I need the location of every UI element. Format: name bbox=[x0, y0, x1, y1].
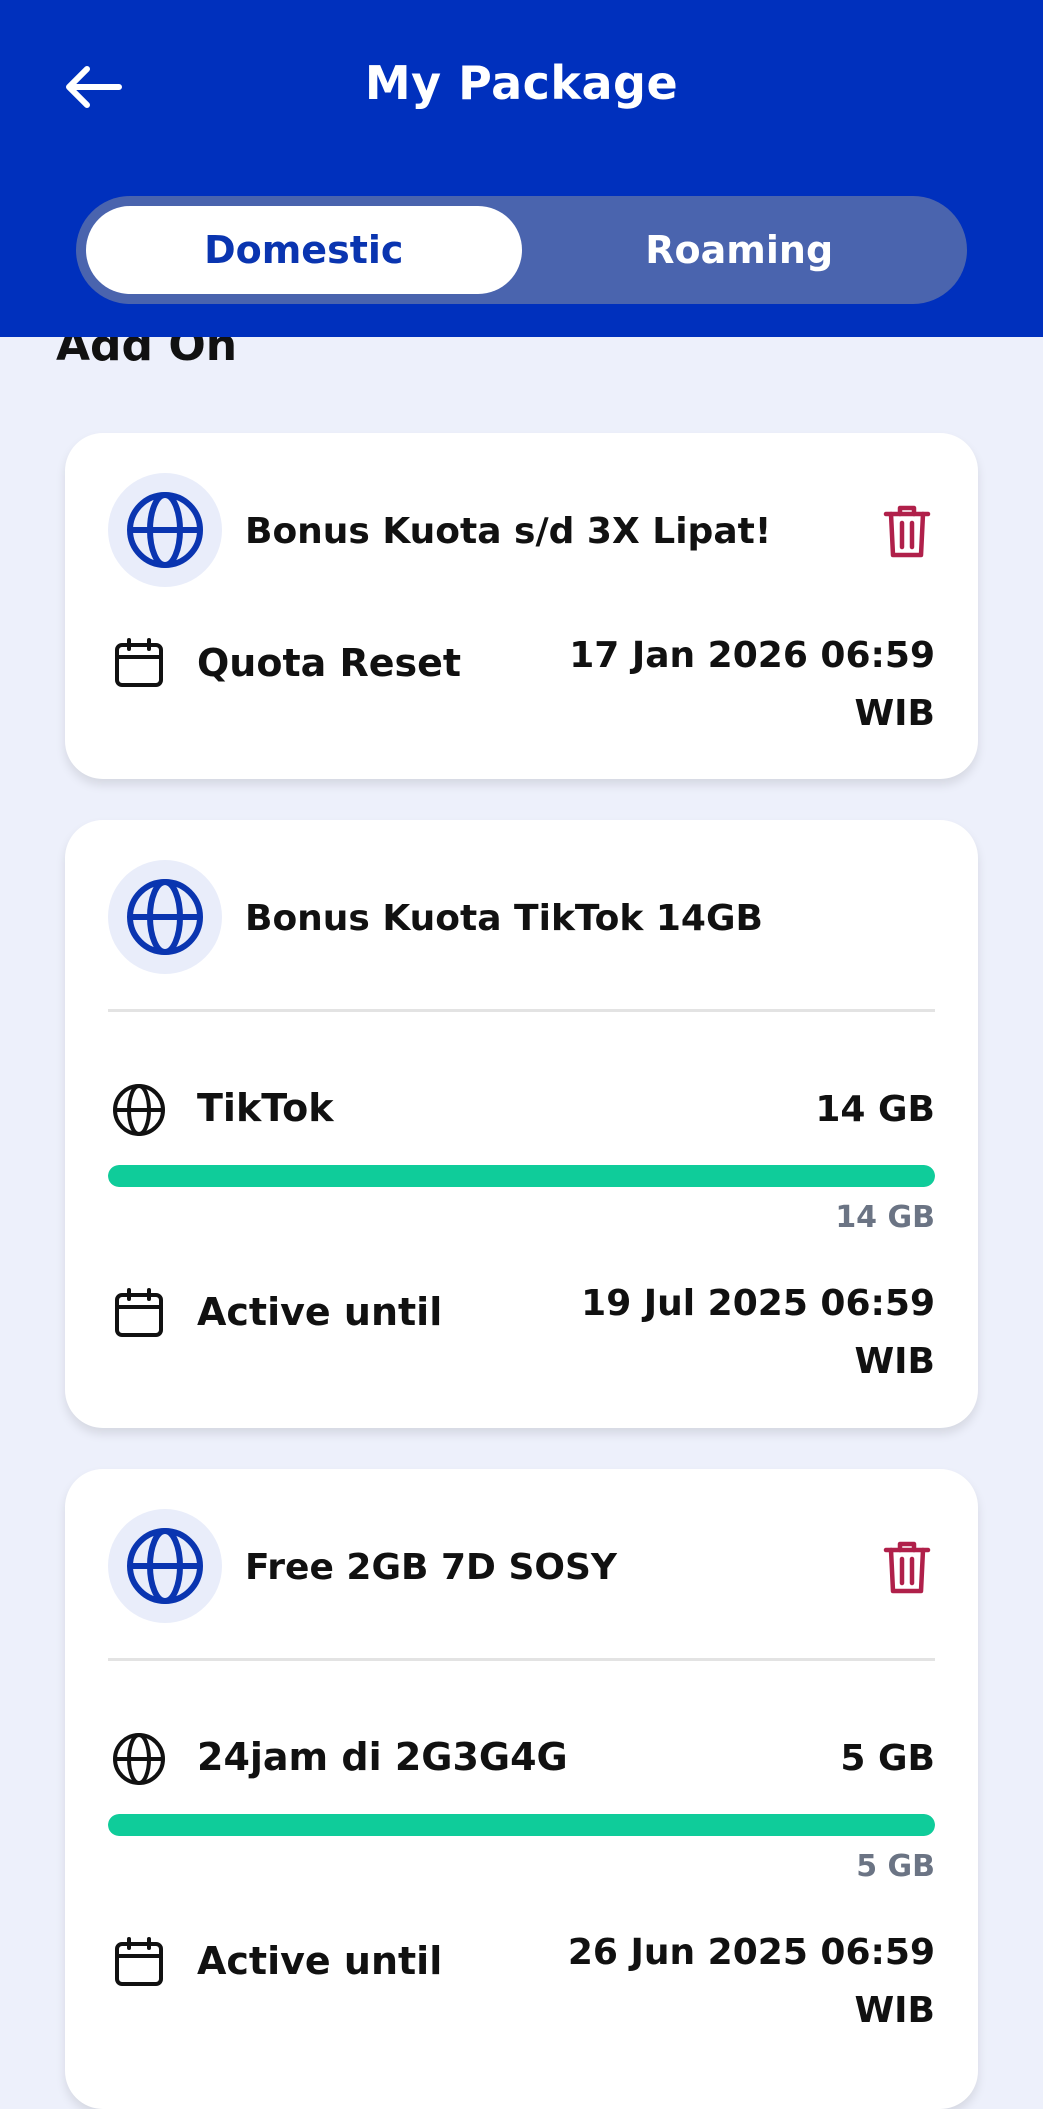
quota-progress-bar bbox=[108, 1165, 935, 1187]
tab-domestic[interactable]: Domestic bbox=[86, 206, 522, 294]
date-value-line1: 17 Jan 2026 06:59 bbox=[569, 635, 935, 676]
calendar-icon bbox=[111, 1934, 167, 1990]
delete-button[interactable] bbox=[879, 501, 935, 561]
date-value-line2: WIB bbox=[854, 1990, 935, 2031]
date-value-line2: WIB bbox=[854, 1341, 935, 1382]
date-value-line1: 19 Jul 2025 06:59 bbox=[581, 1283, 935, 1324]
globe-icon bbox=[111, 1731, 167, 1787]
quota-label: 24jam di 2G3G4G bbox=[197, 1735, 568, 1779]
package-title: Bonus Kuota TikTok 14GB bbox=[245, 898, 763, 939]
quota-progress-fill bbox=[108, 1165, 935, 1187]
date-value-line1: 26 Jun 2025 06:59 bbox=[567, 1932, 935, 1973]
quota-progress-bar bbox=[108, 1814, 935, 1836]
quota-remaining: 14 GB bbox=[835, 1200, 935, 1235]
globe-icon bbox=[108, 473, 222, 587]
date-label: Quota Reset bbox=[197, 641, 462, 685]
date-value-line2: WIB bbox=[854, 693, 935, 734]
globe-icon bbox=[108, 1509, 222, 1623]
package-card: Free 2GB 7D SOSY 24jam di 2G3G4G 5 GB 5 … bbox=[65, 1469, 978, 2109]
trash-icon bbox=[883, 1541, 931, 1594]
quota-progress-fill bbox=[108, 1814, 935, 1836]
app-header: My Package Domestic Roaming bbox=[0, 0, 1043, 337]
trash-icon bbox=[883, 505, 931, 558]
delete-button[interactable] bbox=[879, 1537, 935, 1597]
quota-label: TikTok bbox=[197, 1086, 334, 1130]
date-value: 17 Jan 2026 06:59 WIB bbox=[569, 627, 935, 743]
date-label: Active until bbox=[197, 1939, 443, 1983]
package-card: Bonus Kuota TikTok 14GB TikTok 14 GB 14 … bbox=[65, 820, 978, 1428]
divider bbox=[108, 1658, 935, 1661]
calendar-icon bbox=[111, 1285, 167, 1341]
package-card: Bonus Kuota s/d 3X Lipat! Quota Reset 17… bbox=[65, 433, 978, 779]
calendar-icon bbox=[111, 635, 167, 691]
divider bbox=[108, 1009, 935, 1012]
date-label: Active until bbox=[197, 1290, 443, 1334]
tab-roaming[interactable]: Roaming bbox=[522, 206, 958, 294]
globe-icon bbox=[108, 860, 222, 974]
quota-remaining: 5 GB bbox=[856, 1849, 935, 1884]
package-title: Bonus Kuota s/d 3X Lipat! bbox=[245, 511, 772, 552]
quota-value: 5 GB bbox=[840, 1738, 935, 1779]
globe-icon bbox=[111, 1082, 167, 1138]
quota-value: 14 GB bbox=[815, 1089, 935, 1130]
date-value: 26 Jun 2025 06:59 WIB bbox=[568, 1924, 935, 2040]
date-value: 19 Jul 2025 06:59 WIB bbox=[581, 1275, 935, 1391]
page-title: My Package bbox=[364, 56, 679, 110]
package-type-tabs: Domestic Roaming bbox=[76, 196, 967, 304]
package-title: Free 2GB 7D SOSY bbox=[245, 1547, 617, 1588]
